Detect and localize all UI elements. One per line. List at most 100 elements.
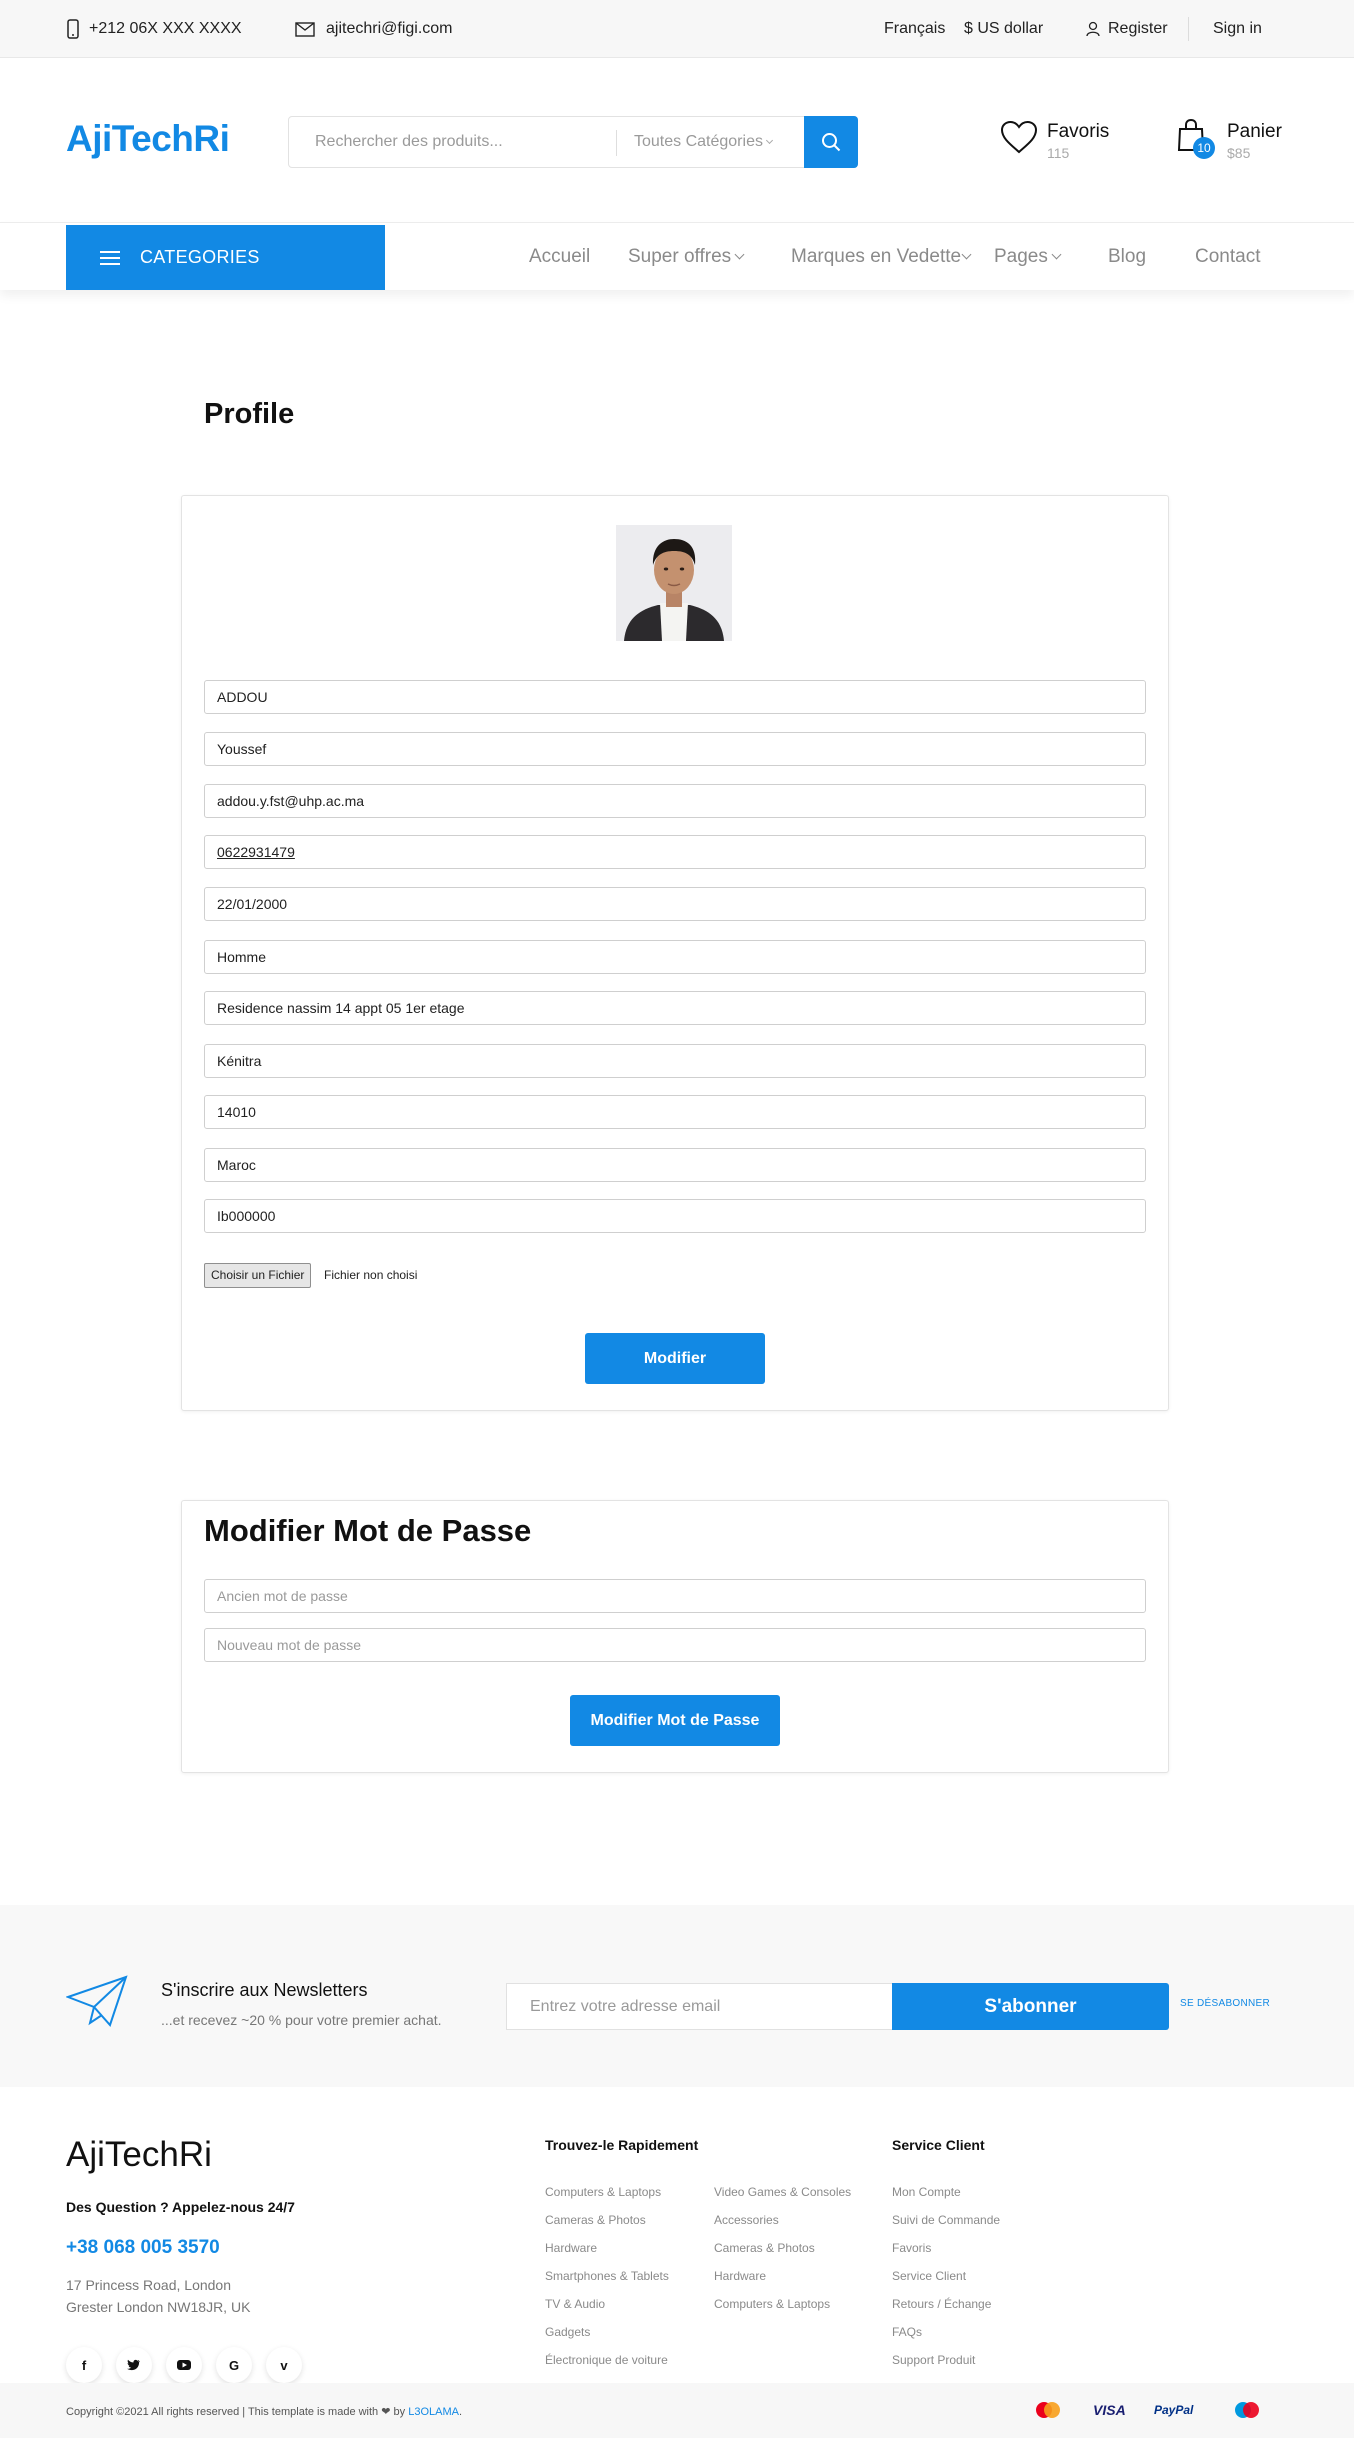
footer-link[interactable]: Hardware [714,2269,766,2283]
main-nav: CATEGORIES Accueil Super offres Marques … [0,222,1354,290]
footer-address-line2: Grester London NW18JR, UK [66,2299,251,2315]
footer-phone[interactable]: +38 068 005 3570 [66,2237,220,2259]
google-icon[interactable]: G [216,2347,252,2383]
heart-icon[interactable] [1000,120,1038,154]
language-selector[interactable]: Français [884,0,945,58]
vimeo-icon[interactable]: v [266,2347,302,2383]
chevron-down-icon [765,136,774,145]
avatar-photo [616,525,732,641]
footer-link[interactable]: Suivi de Commande [892,2213,1000,2227]
footer-link[interactable]: Service Client [892,2269,966,2283]
phone-field[interactable]: 0622931479 [204,835,1146,869]
nav-accueil[interactable]: Accueil [529,223,590,291]
country-field[interactable]: Maroc [204,1148,1146,1182]
unsubscribe-link[interactable]: SE DÉSABONNER [1180,1998,1270,2009]
nav-pages-label: Pages [994,246,1048,267]
search-icon [822,133,841,152]
footer-link[interactable]: Mon Compte [892,2185,961,2199]
chevron-down-icon [734,249,745,260]
mastercard-icon [1034,2397,1062,2423]
password-card: Modifier Mot de Passe Ancien mot de pass… [181,1500,1169,1773]
footer-link[interactable]: Accessories [714,2213,779,2227]
phone-icon [67,19,79,39]
copyright-brand[interactable]: L3OLAMA [408,2406,459,2418]
profile-card: ADDOU Youssef addou.y.fst@uhp.ac.ma 0622… [181,495,1169,1411]
newsletter-email-input[interactable]: Entrez votre adresse email [506,1983,893,2030]
visa-icon: VISA [1093,2402,1126,2418]
chevron-down-icon [961,249,972,260]
cart-label[interactable]: Panier [1227,121,1282,143]
postal-code-field[interactable]: 14010 [204,1095,1146,1129]
footer-link[interactable]: Retours / Échange [892,2297,991,2311]
footer-link[interactable]: TV & Audio [545,2297,605,2311]
category-select[interactable]: Toutes Catégories [634,117,774,167]
footer-question: Des Question ? Appelez-nous 24/7 [66,2199,295,2215]
footer-link[interactable]: Gadgets [545,2325,590,2339]
email-field[interactable]: addou.y.fst@uhp.ac.ma [204,784,1146,818]
address-field[interactable]: Residence nassim 14 appt 05 1er etage [204,991,1146,1025]
twitter-icon[interactable] [116,2347,152,2383]
nav-super-offres-label: Super offres [628,246,732,267]
site-logo[interactable]: AjiTechRi [66,118,230,160]
footer-link[interactable]: Support Produit [892,2353,975,2367]
mail-icon [295,21,315,37]
youtube-icon[interactable] [166,2347,202,2383]
header: AjiTechRi Rechercher des produits... Tou… [0,58,1354,222]
footer-logo[interactable]: AjiTechRi [66,2135,212,2175]
copyright-text: Copyright ©2021 All rights reserved | Th… [66,2406,379,2418]
signin-link[interactable]: Sign in [1213,0,1262,58]
footer-link[interactable]: Cameras & Photos [545,2213,646,2227]
new-password-input[interactable]: Nouveau mot de passe [204,1628,1146,1662]
birthdate-field[interactable]: 22/01/2000 [204,887,1146,921]
categories-button[interactable]: CATEGORIES [66,225,385,290]
currency-selector[interactable]: $ US dollar [964,0,1043,58]
footer-link[interactable]: Électronique de voiture [545,2353,668,2367]
register-label: Register [1108,20,1168,37]
footer-link[interactable]: Smartphones & Tablets [545,2269,669,2283]
city-field[interactable]: Kénitra [204,1044,1146,1078]
bottom-bar: Copyright ©2021 All rights reserved | Th… [0,2383,1354,2438]
nav-super-offres[interactable]: Super offres [628,223,745,291]
footer-link[interactable]: Favoris [892,2241,931,2255]
page-title: Profile [204,398,295,430]
newsletter-section: S'inscrire aux Newsletters ...et recevez… [0,1905,1354,2087]
footer-link[interactable]: Computers & Laptops [545,2185,661,2199]
footer-link[interactable]: Video Games & Consoles [714,2185,851,2199]
nav-pages[interactable]: Pages [994,223,1062,291]
footer-link[interactable]: Computers & Laptops [714,2297,830,2311]
topbar-email[interactable]: ajitechri@figi.com [295,0,453,58]
footer-link[interactable]: Cameras & Photos [714,2241,815,2255]
choose-file-button[interactable]: Choisir un Fichier [204,1263,312,1288]
paper-plane-icon [66,1975,128,2027]
register-link[interactable]: Register [1086,0,1168,58]
topbar-email-text: ajitechri@figi.com [326,20,453,37]
search-bar: Rechercher des produits... Toutes Catégo… [288,116,858,168]
nav-contact[interactable]: Contact [1195,223,1260,291]
change-password-button[interactable]: Modifier Mot de Passe [570,1695,780,1746]
old-password-input[interactable]: Ancien mot de passe [204,1579,1146,1613]
facebook-icon[interactable]: f [66,2347,102,2383]
last-name-field[interactable]: ADDOU [204,680,1146,714]
topbar-phone[interactable]: +212 06X XXX XXXX [66,0,242,58]
category-select-label: Toutes Catégories [634,133,763,150]
user-icon [1086,21,1100,37]
nav-marques[interactable]: Marques en Vedette [791,223,972,291]
avatar[interactable] [616,525,732,641]
copyright-by: by [393,2406,406,2418]
favorites-label[interactable]: Favoris [1047,121,1109,143]
subscribe-button[interactable]: S'abonner [892,1983,1169,2030]
modifier-button[interactable]: Modifier [585,1333,765,1384]
search-button[interactable] [804,116,858,168]
search-divider [616,130,617,156]
categories-label: CATEGORIES [140,247,260,267]
newsletter-subtitle: ...et recevez ~20 % pour votre premier a… [161,2012,442,2028]
footer-link[interactable]: FAQs [892,2325,922,2339]
chevron-down-icon [1051,249,1062,260]
search-input[interactable]: Rechercher des produits... [315,117,503,167]
gender-field[interactable]: Homme [204,940,1146,974]
nav-blog[interactable]: Blog [1108,223,1146,291]
footer-link[interactable]: Hardware [545,2241,597,2255]
id-number-field[interactable]: Ib000000 [204,1199,1146,1233]
heart-icon: ❤ [381,2406,391,2418]
first-name-field[interactable]: Youssef [204,732,1146,766]
